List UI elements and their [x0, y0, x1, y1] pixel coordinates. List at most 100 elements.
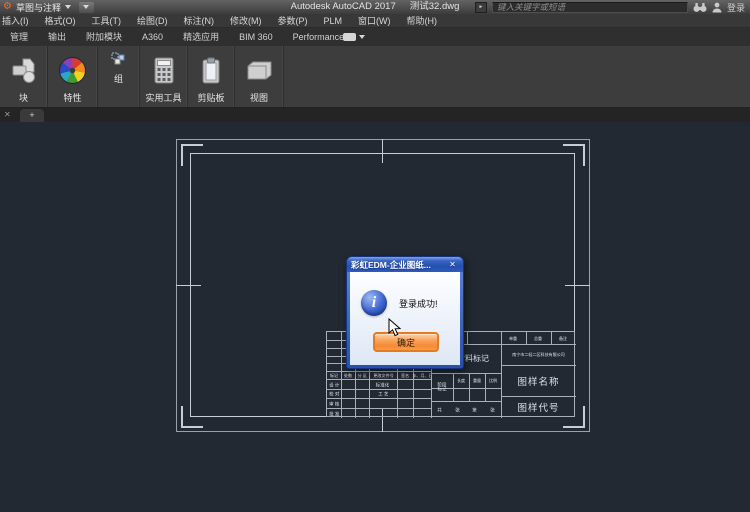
header-cell: 年、月、日 — [413, 371, 431, 379]
sig-row-label: 审 核 — [327, 398, 341, 408]
menu-insert[interactable]: 插入(I) — [0, 14, 37, 28]
file-tab-bar: ✕ + — [0, 108, 750, 122]
dialog-title-bar[interactable]: 彩虹EDM-企业图纸... ✕ — [347, 257, 463, 272]
panel-label: 剪贴板 — [188, 91, 234, 104]
panel-label: 视图 — [235, 91, 283, 104]
clipboard-icon — [201, 57, 221, 84]
clipboard-button[interactable] — [188, 50, 234, 90]
menu-tools[interactable]: 工具(T) — [84, 14, 130, 28]
file-tab-close-icon[interactable]: ✕ — [4, 110, 11, 120]
drawing-name-cell: 图样名称 — [501, 365, 576, 396]
info-icon: i — [361, 290, 387, 316]
utilities-button[interactable] — [140, 50, 187, 90]
tab-bim360[interactable]: BIM 360 — [229, 28, 283, 46]
header-cell: 签名 — [397, 371, 413, 379]
binoculars-icon[interactable] — [693, 2, 707, 13]
sheet-count-cell: 共 张 第 张 — [431, 401, 501, 418]
sig-row-label: 批 准 — [327, 408, 341, 418]
panel-group: 组 — [98, 46, 140, 107]
panel-label: 组 — [98, 72, 139, 85]
view-button[interactable] — [235, 50, 283, 90]
sig-row-label: 设 计 — [327, 379, 341, 389]
panel-clipboard: 剪贴板 — [188, 46, 235, 107]
tab-featured-apps[interactable]: 精选应用 — [173, 28, 229, 46]
dialog-message: 登录成功! — [399, 297, 438, 310]
chevron-down-icon — [359, 35, 365, 39]
user-icon[interactable] — [712, 2, 722, 13]
menu-plm[interactable]: PLM — [316, 14, 351, 28]
top-cell: 总重 — [526, 332, 551, 344]
menu-draw[interactable]: 绘图(D) — [129, 14, 176, 28]
menu-bar: 插入(I) 格式(O) 工具(T) 绘图(D) 标注(N) 修改(M) 参数(P… — [0, 14, 750, 28]
chevron-down-icon[interactable] — [65, 5, 71, 9]
ribbon-minimize-control[interactable] — [343, 33, 365, 41]
stage-mark-cell: 阶段标记 — [431, 373, 453, 401]
mouse-cursor — [388, 318, 402, 338]
trim-mark — [181, 426, 203, 428]
panel-utilities: 实用工具 — [140, 46, 188, 107]
search-input[interactable] — [492, 2, 688, 13]
calculator-icon — [154, 57, 174, 84]
menu-modify[interactable]: 修改(M) — [222, 14, 270, 28]
panel-properties: 特性 — [48, 46, 98, 107]
workspace-selector[interactable]: 草图与注释 — [16, 1, 61, 14]
menu-parametric[interactable]: 参数(P) — [270, 14, 316, 28]
centering-mark-right — [565, 285, 590, 286]
trim-mark — [583, 406, 585, 428]
company-cell: 南宁市二轻二区科技有限公司 — [501, 344, 576, 365]
panel-label: 块 — [0, 91, 47, 104]
ribbon-panels: 块 特性 组 — [0, 46, 750, 108]
centering-mark-left — [176, 285, 201, 286]
tab-manage[interactable]: 管理 — [0, 28, 38, 46]
sig-row-label: 校 对 — [327, 389, 341, 398]
dialog-body: i 登录成功! 确定 — [350, 272, 460, 365]
menu-window[interactable]: 窗口(W) — [350, 14, 399, 28]
view-icon — [247, 61, 272, 80]
centering-mark-top — [382, 139, 383, 163]
title-bar: Autodesk AutoCAD 2017 测试32.dwg ⚙ 草图与注释 ► … — [0, 0, 750, 14]
group-button[interactable] — [98, 50, 139, 68]
ok-button[interactable]: 确定 — [373, 332, 439, 352]
edm-login-dialog: 彩虹EDM-企业图纸... ✕ i 登录成功! 确定 — [346, 256, 464, 369]
block-button[interactable] — [0, 50, 47, 90]
block-icon — [10, 57, 38, 84]
color-wheel-icon — [59, 57, 86, 84]
trim-mark — [181, 144, 183, 166]
infocenter: ► 登录 — [475, 1, 745, 13]
header-cell: 更改文件号 — [369, 371, 397, 379]
sig-row-label: 标准化 — [369, 379, 397, 389]
close-icon[interactable]: ✕ — [446, 259, 459, 270]
panel-block: 块 — [0, 46, 48, 107]
trim-mark — [563, 144, 585, 146]
tab-a360[interactable]: A360 — [132, 28, 173, 46]
panel-label: 实用工具 — [140, 91, 187, 104]
document-name: 测试32.dwg — [410, 1, 460, 12]
top-cell: 备注 — [551, 332, 576, 344]
quick-access-toolbar: ⚙ 草图与注释 — [3, 0, 94, 14]
trim-mark — [181, 144, 203, 146]
sig-row-label: 工 艺 — [369, 389, 397, 398]
menu-format[interactable]: 格式(O) — [37, 14, 84, 28]
ribbon-state-icon — [343, 33, 356, 41]
qat-customize-button[interactable] — [79, 2, 94, 13]
header-cell: 分 区 — [355, 371, 369, 379]
trim-mark — [583, 144, 585, 166]
drawing-code-cell: 图样代号 — [501, 396, 576, 418]
menu-dimension[interactable]: 标注(N) — [176, 14, 223, 28]
panel-view: 视图 — [235, 46, 284, 107]
signin-button[interactable]: 登录 — [727, 1, 745, 14]
tab-addins[interactable]: 附加模块 — [76, 28, 132, 46]
search-go-button[interactable]: ► — [475, 2, 487, 13]
app-title: Autodesk AutoCAD 2017 — [291, 1, 396, 12]
dialog-title: 彩虹EDM-企业图纸... — [351, 259, 431, 271]
panel-label: 特性 — [48, 91, 97, 104]
ribbon-tab-bar: 管理 输出 附加模块 A360 精选应用 BIM 360 Performance — [0, 28, 750, 46]
properties-button[interactable] — [48, 50, 97, 90]
menu-help[interactable]: 帮助(H) — [399, 14, 446, 28]
metric-cell: 比例 — [485, 373, 501, 388]
chevron-down-icon — [83, 5, 89, 9]
tab-output[interactable]: 输出 — [38, 28, 76, 46]
header-cell: 处数 — [341, 371, 355, 379]
group-icon — [111, 52, 127, 66]
new-drawing-tab[interactable]: + — [20, 109, 44, 122]
